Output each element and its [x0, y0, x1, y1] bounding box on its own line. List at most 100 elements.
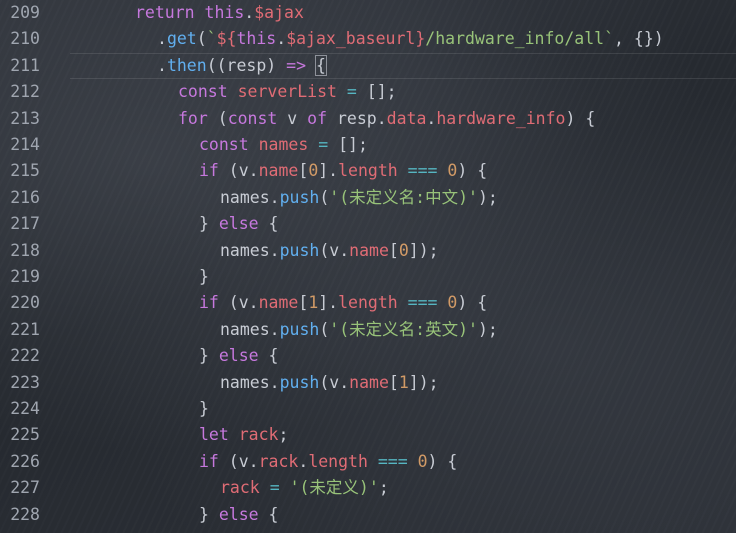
code-token: ]); — [408, 372, 439, 392]
code-token: ( — [319, 187, 330, 207]
code-line[interactable]: 213 for (const v of resp.data.hardware_in… — [0, 106, 736, 132]
code-line[interactable]: 227 rack = '(未定义)'; — [0, 475, 736, 501]
code-token: data — [386, 108, 427, 128]
code-token: { — [258, 214, 279, 234]
code-token: ]); — [408, 240, 439, 260]
code-token: { — [314, 54, 327, 76]
code-text: let rack; — [199, 422, 288, 448]
code-token: . — [157, 55, 167, 75]
code-token: ); — [477, 319, 498, 339]
line-number: 225 — [10, 425, 40, 445]
code-line[interactable]: 218 names.push(v.name[0]); — [0, 238, 736, 264]
code-token: then — [166, 55, 207, 75]
code-token: [ — [298, 293, 309, 313]
code-token: names. — [220, 240, 280, 260]
code-line[interactable]: 219} — [0, 264, 736, 290]
code-line[interactable]: 226 if (v.rack.length === 0) { — [0, 449, 736, 475]
code-token: === — [407, 293, 438, 313]
code-token: 1 — [398, 372, 409, 392]
code-text: names.push(v.name[1]); — [220, 370, 439, 396]
code-token: name — [258, 161, 299, 181]
code-token: v — [287, 108, 308, 128]
code-token: ]. — [318, 293, 339, 313]
code-token: else — [218, 346, 259, 366]
code-line[interactable]: 212 const serverList = []; — [0, 79, 736, 105]
line-number: 228 — [10, 504, 40, 524]
code-token: { — [258, 346, 279, 366]
code-line[interactable]: 221 names.push('(未定义名:英文)'); — [0, 317, 736, 343]
code-token: rack — [238, 425, 279, 445]
code-text: if (v.rack.length === 0) { — [199, 449, 457, 475]
line-number: 217 — [10, 214, 40, 234]
code-token: , {}) — [614, 29, 664, 49]
code-token: 1 — [308, 293, 319, 313]
code-line[interactable]: 215 if (v.name[0].length === 0) { — [0, 158, 736, 184]
code-token: ) { — [427, 451, 458, 471]
code-line[interactable]: 225 let rack; — [0, 422, 736, 448]
code-token: . — [244, 3, 255, 22]
code-token: ); — [477, 187, 498, 207]
code-token: ) { — [565, 108, 596, 128]
code-text: const names = []; — [199, 132, 368, 158]
line-number: 224 — [10, 399, 40, 418]
code-line[interactable]: 210 .get(`${this.$ajax_baseurl}/hardware_… — [0, 26, 736, 52]
code-text: rack = '(未定义)'; — [220, 475, 389, 501]
code-token: name — [349, 372, 389, 392]
line-number: 212 — [10, 82, 40, 102]
code-token: names. — [220, 372, 280, 392]
code-line[interactable]: 220 if (v.name[1].length === 0) { — [0, 290, 736, 316]
code-line[interactable]: 214 const names = []; — [0, 132, 736, 158]
code-token: . — [426, 108, 437, 128]
code-line[interactable]: 224} — [0, 396, 736, 422]
code-token: /hardware_info/all` — [425, 29, 615, 49]
code-token: push — [279, 187, 320, 207]
code-token: rack — [258, 451, 299, 471]
code-token: } — [199, 267, 209, 286]
code-token: === — [407, 161, 438, 181]
code-line[interactable]: 216 names.push('(未定义名:中文)'); — [0, 185, 736, 211]
code-line[interactable]: 209 return this.$ajax — [0, 0, 736, 26]
code-token: length — [338, 293, 398, 313]
code-token: (v. — [218, 293, 259, 313]
code-token: length — [308, 451, 368, 471]
line-number: 223 — [10, 372, 40, 392]
code-line[interactable]: 211 .then((resp) => { — [0, 52, 736, 79]
code-token: 0 — [398, 240, 409, 260]
code-token: . — [276, 29, 287, 49]
line-number: 211 — [10, 55, 40, 75]
code-token: . — [157, 29, 167, 49]
code-line[interactable]: 223 names.push(v.name[1]); — [0, 370, 736, 396]
code-token: = — [269, 478, 280, 498]
code-token: length — [338, 161, 398, 181]
code-line[interactable]: 217} else { — [0, 211, 736, 237]
code-token: get — [166, 29, 197, 49]
line-number: 214 — [10, 135, 40, 154]
code-token: push — [279, 240, 320, 260]
code-token: ) { — [457, 293, 488, 313]
code-text: } else { — [199, 502, 279, 528]
code-token: => — [286, 55, 307, 75]
code-token: ) { — [457, 161, 488, 181]
code-line[interactable]: 228 } else { — [0, 502, 736, 528]
code-line[interactable]: 222} else { — [0, 343, 736, 369]
code-token: (v. — [218, 161, 259, 181]
code-token: 0 — [447, 293, 458, 313]
code-token: ( — [319, 319, 330, 339]
code-token: serverList — [237, 82, 337, 102]
code-token: hardware_info — [436, 108, 566, 128]
line-number: 216 — [10, 187, 40, 207]
code-token: names. — [220, 187, 280, 207]
code-editor[interactable]: 209 return this.$ajax 210 .get(`${this.$aja… — [0, 0, 736, 533]
code-token: = — [318, 135, 329, 154]
code-text: } else { — [199, 343, 279, 369]
code-text: names.push(v.name[0]); — [220, 238, 439, 264]
code-text: } — [199, 396, 209, 422]
code-token: } — [415, 29, 426, 49]
